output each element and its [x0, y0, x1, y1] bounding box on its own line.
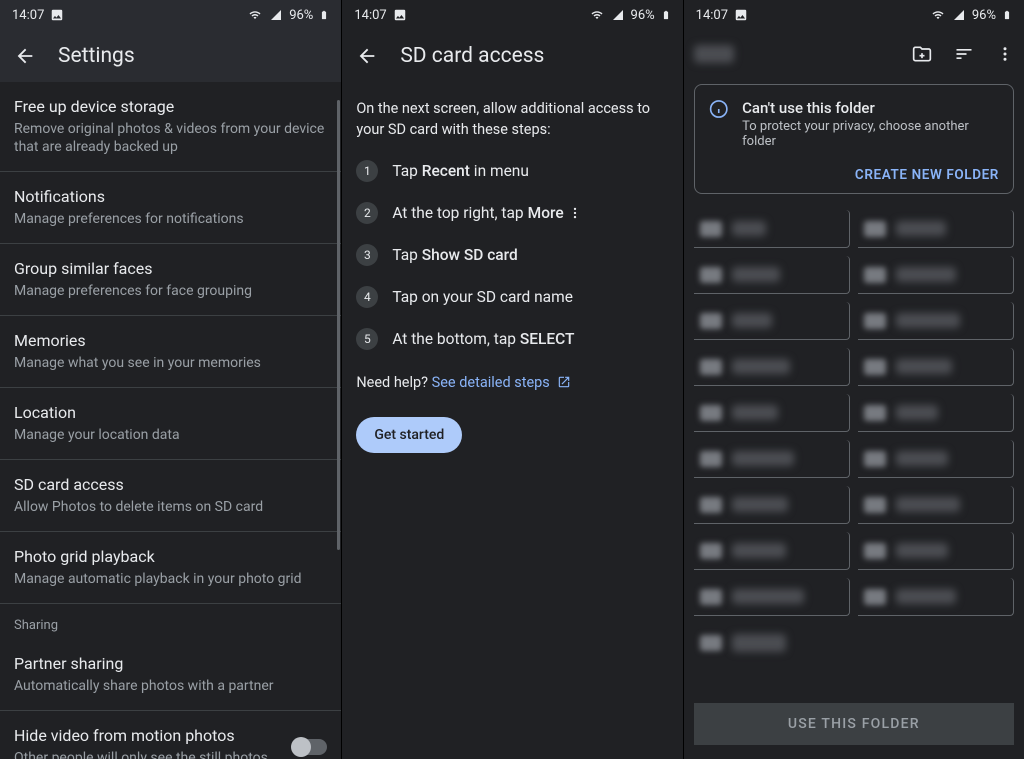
battery-pct: 96% — [972, 8, 996, 23]
settings-item-location[interactable]: Location Manage your location data — [0, 388, 341, 460]
battery-icon — [661, 7, 671, 23]
folder-item[interactable] — [694, 486, 850, 524]
folder-item[interactable] — [858, 348, 1014, 386]
settings-item-partner[interactable]: Partner sharing Automatically share phot… — [0, 639, 341, 711]
step-badge: 4 — [356, 286, 378, 308]
sort-icon[interactable] — [954, 44, 974, 64]
folder-item[interactable] — [858, 486, 1014, 524]
folder-item[interactable] — [858, 394, 1014, 432]
intro-text: On the next screen, allow additional acc… — [342, 82, 682, 140]
more-vert-icon — [568, 206, 582, 220]
card-title: Can't use this folder — [742, 99, 999, 117]
folder-item[interactable] — [858, 302, 1014, 340]
folder-item[interactable] — [694, 394, 850, 432]
page-title: Settings — [58, 44, 135, 68]
settings-item-hide-video[interactable]: Hide video from motion photos Other peop… — [0, 711, 341, 759]
folder-item[interactable] — [694, 348, 850, 386]
use-this-folder-button[interactable]: USE THIS FOLDER — [694, 703, 1014, 745]
step-badge: 3 — [356, 244, 378, 266]
step-badge: 1 — [356, 160, 378, 182]
image-icon — [50, 8, 64, 22]
back-icon[interactable] — [356, 45, 378, 67]
status-time: 14:07 — [12, 8, 44, 23]
battery-pct: 96% — [289, 8, 313, 23]
app-bar: Settings — [0, 30, 341, 82]
step-3: 3 Tap Show SD card — [356, 234, 668, 276]
back-icon[interactable] — [14, 45, 36, 67]
status-bar: 14:07 96% — [684, 0, 1024, 30]
section-sharing: Sharing — [0, 604, 341, 639]
folder-item[interactable] — [858, 532, 1014, 570]
page-title: SD card access — [400, 44, 544, 68]
settings-item-memories[interactable]: Memories Manage what you see in your mem… — [0, 316, 341, 388]
redacted-location — [694, 45, 734, 63]
folder-item[interactable] — [694, 532, 850, 570]
wifi-icon — [247, 9, 263, 21]
signal-icon — [611, 9, 625, 21]
image-icon — [734, 8, 748, 22]
settings-item-grid-playback[interactable]: Photo grid playback Manage automatic pla… — [0, 532, 341, 604]
help-row: Need help? See detailed steps — [342, 360, 682, 391]
step-1: 1 Tap Recent in menu — [356, 150, 668, 192]
app-bar: SD card access — [342, 30, 682, 82]
status-bar: 14:07 96% — [342, 0, 682, 30]
settings-item-sd-card[interactable]: SD card access Allow Photos to delete it… — [0, 460, 341, 532]
status-bar: 14:07 96% — [0, 0, 341, 30]
status-time: 14:07 — [696, 8, 728, 23]
step-2: 2 At the top right, tap More — [356, 192, 668, 234]
folder-item[interactable] — [858, 256, 1014, 294]
step-badge: 2 — [356, 202, 378, 224]
battery-pct: 96% — [631, 8, 655, 23]
wifi-icon — [930, 9, 946, 21]
create-new-folder-button[interactable]: CREATE NEW FOLDER — [709, 167, 999, 183]
battery-icon — [1002, 7, 1012, 23]
new-folder-icon[interactable] — [912, 44, 932, 64]
folder-item[interactable] — [858, 440, 1014, 478]
card-subtitle: To protect your privacy, choose another … — [742, 119, 999, 149]
settings-item-free-up[interactable]: Free up device storage Remove original p… — [0, 82, 341, 172]
get-started-button[interactable]: Get started — [356, 417, 462, 453]
info-icon — [709, 99, 728, 119]
folder-item[interactable] — [694, 302, 850, 340]
info-card: Can't use this folder To protect your pr… — [694, 84, 1014, 194]
settings-item-faces[interactable]: Group similar faces Manage preferences f… — [0, 244, 341, 316]
image-icon — [393, 8, 407, 22]
folder-item[interactable] — [858, 210, 1014, 248]
open-in-new-icon — [557, 375, 571, 389]
toolbar — [684, 30, 1024, 78]
step-5: 5 At the bottom, tap SELECT — [356, 318, 668, 360]
scrollbar[interactable] — [337, 100, 340, 550]
status-time: 14:07 — [354, 8, 386, 23]
signal-icon — [269, 9, 283, 21]
battery-icon — [319, 7, 329, 23]
folder-item[interactable] — [694, 578, 850, 616]
more-vert-icon[interactable] — [996, 45, 1014, 63]
help-link[interactable]: See detailed steps — [432, 374, 550, 391]
step-4: 4 Tap on your SD card name — [356, 276, 668, 318]
toggle-switch[interactable] — [293, 739, 327, 755]
folder-item[interactable] — [694, 256, 850, 294]
signal-icon — [952, 9, 966, 21]
folder-grid — [684, 204, 1024, 616]
folder-item[interactable] — [694, 210, 850, 248]
wifi-icon — [589, 9, 605, 21]
step-badge: 5 — [356, 328, 378, 350]
settings-item-notifications[interactable]: Notifications Manage preferences for not… — [0, 172, 341, 244]
folder-item[interactable] — [694, 440, 850, 478]
folder-item[interactable] — [858, 578, 1014, 616]
folder-item[interactable] — [694, 624, 848, 662]
